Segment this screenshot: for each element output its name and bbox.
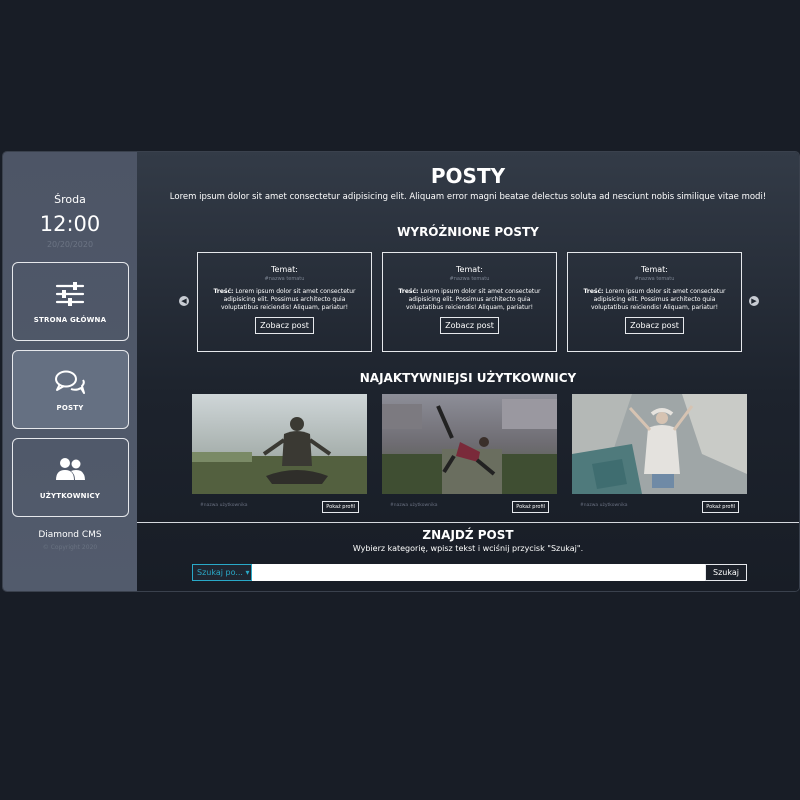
nav-home-label: STRONA GŁÓWNA <box>33 315 107 324</box>
user-photo <box>572 394 747 494</box>
post-content-text: Lorem ipsum dolor sit amet consectetur a… <box>406 288 541 311</box>
nav-posts-label: POSTY <box>56 403 84 412</box>
nav-home[interactable]: STRONA GŁÓWNA <box>11 262 129 341</box>
search-category-select[interactable]: Szukaj po... ▾ <box>192 564 252 581</box>
post-content: Treść: Lorem ipsum dolor sit amet consec… <box>210 288 359 312</box>
nav-users-label: UŻYTKOWNICY <box>39 491 101 500</box>
nav-posts[interactable]: POSTY <box>11 350 129 429</box>
user-photo <box>192 394 367 494</box>
clock-time: 12:00 <box>39 212 101 236</box>
post-topic-label: Temat: <box>271 265 298 274</box>
chevron-right-icon[interactable]: ▶ <box>749 296 759 306</box>
user-footer: #nazwa użytkownika Pokaż profil <box>572 494 747 514</box>
user-card: #nazwa użytkownika Pokaż profil <box>572 394 747 514</box>
post-content-text: Lorem ipsum dolor sit amet consectetur a… <box>221 288 356 311</box>
sliders-icon <box>55 281 85 306</box>
clock-date: 20/20/2020 <box>46 240 94 249</box>
post-topic-name: #nazwa tematu <box>449 276 490 282</box>
featured-post-card: Temat: #nazwa tematu Treść: Lorem ipsum … <box>197 252 372 352</box>
search-bar: Szukaj po... ▾ Szukaj <box>192 564 747 581</box>
section-divider <box>137 522 799 523</box>
page-title: POSTY <box>430 164 506 188</box>
brand-name: Diamond CMS <box>38 530 102 540</box>
users-icon <box>56 457 85 480</box>
user-card: #nazwa użytkownika Pokaż profil <box>192 394 367 514</box>
user-photo <box>382 394 557 494</box>
post-topic-name: #nazwa tematu <box>264 276 305 282</box>
weekday: Środa <box>54 193 86 206</box>
search-subtitle: Wybierz kategorię, wpisz tekst i wciśnij… <box>352 544 584 553</box>
user-name: #nazwa użytkownika <box>200 503 248 508</box>
app-window: Środa 12:00 20/20/2020 STRONA GŁÓWNA POS… <box>2 151 800 592</box>
nav-users[interactable]: UŻYTKOWNICY <box>11 438 129 517</box>
featured-post-card: Temat: #nazwa tematu Treść: Lorem ipsum … <box>382 252 557 352</box>
user-card: #nazwa użytkownika Pokaż profil <box>382 394 557 514</box>
search-button[interactable]: Szukaj <box>705 564 747 581</box>
view-post-button[interactable]: Zobacz post <box>255 317 314 334</box>
page-subtitle: Lorem ipsum dolor sit amet consectetur a… <box>169 192 767 202</box>
post-content: Treść: Lorem ipsum dolor sit amet consec… <box>395 288 544 312</box>
featured-title: WYRÓŻNIONE POSTY <box>397 225 539 239</box>
featured-post-card: Temat: #nazwa tematu Treść: Lorem ipsum … <box>567 252 742 352</box>
sidebar: Środa 12:00 20/20/2020 STRONA GŁÓWNA POS… <box>3 152 137 591</box>
post-topic-name: #nazwa tematu <box>634 276 675 282</box>
show-profile-button[interactable]: Pokaż profil <box>322 501 359 513</box>
post-content-text: Lorem ipsum dolor sit amet consectetur a… <box>591 288 726 311</box>
view-post-button[interactable]: Zobacz post <box>625 317 684 334</box>
user-name: #nazwa użytkownika <box>580 503 628 508</box>
post-topic-label: Temat: <box>641 265 668 274</box>
search-input[interactable] <box>252 564 705 581</box>
post-content-label: Treść: <box>398 288 419 295</box>
show-profile-button[interactable]: Pokaż profil <box>702 501 739 513</box>
post-content-label: Treść: <box>583 288 604 295</box>
post-content: Treść: Lorem ipsum dolor sit amet consec… <box>580 288 729 312</box>
user-footer: #nazwa użytkownika Pokaż profil <box>192 494 367 514</box>
user-footer: #nazwa użytkownika Pokaż profil <box>382 494 557 514</box>
chevron-left-icon[interactable]: ◀ <box>179 296 189 306</box>
main-content: POSTY Lorem ipsum dolor sit amet consect… <box>137 152 799 591</box>
view-post-button[interactable]: Zobacz post <box>440 317 499 334</box>
show-profile-button[interactable]: Pokaż profil <box>512 501 549 513</box>
active-users-title: NAJAKTYWNIEJSI UŻYTKOWNICY <box>359 371 577 385</box>
search-title: ZNAJDŹ POST <box>422 528 514 542</box>
copyright: © Copyright 2020 <box>42 544 98 551</box>
chat-icon <box>55 370 85 394</box>
user-name: #nazwa użytkownika <box>390 503 438 508</box>
post-content-label: Treść: <box>213 288 234 295</box>
post-topic-label: Temat: <box>456 265 483 274</box>
